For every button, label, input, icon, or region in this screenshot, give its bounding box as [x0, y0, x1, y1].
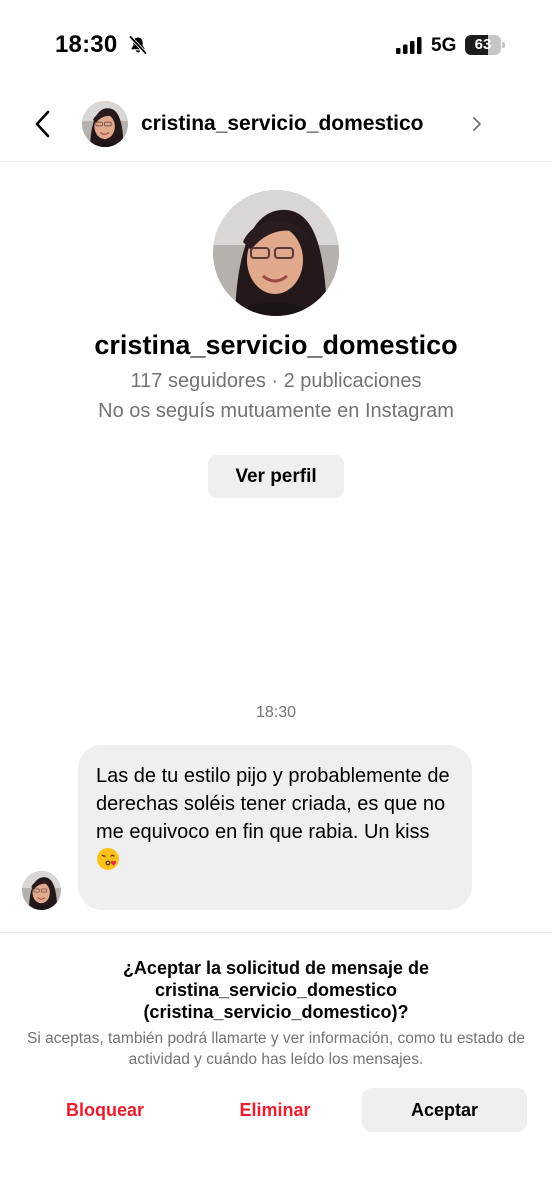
- header-avatar[interactable]: [82, 101, 128, 147]
- profile-stats: 117 seguidores · 2 publicaciones: [130, 370, 422, 392]
- header-username[interactable]: cristina_servicio_domestico: [141, 112, 423, 136]
- chat-header: cristina_servicio_domestico: [0, 90, 552, 162]
- status-time: 18:30: [55, 31, 118, 58]
- network-type: 5G: [431, 35, 457, 56]
- message-request-panel: ¿Aceptar la solicitud de mensaje de cris…: [0, 932, 552, 1200]
- avatar-photo: [82, 101, 128, 147]
- view-profile-button[interactable]: Ver perfil: [208, 455, 344, 498]
- back-chevron-icon[interactable]: [28, 104, 60, 144]
- signal-icon: [396, 37, 422, 54]
- message-text: Las de tu estilo pijo y probablemente de…: [96, 765, 450, 843]
- profile-username: cristina_servicio_domestico: [94, 330, 458, 360]
- delete-button[interactable]: Eliminar: [206, 1088, 344, 1132]
- sender-avatar[interactable]: [22, 871, 61, 910]
- battery-icon: 63: [465, 35, 505, 55]
- face-blowing-kiss-icon: [97, 848, 119, 870]
- bell-slash-icon: [129, 35, 147, 55]
- mutual-follow-status: No os seguís mutuamente en Instagram: [98, 400, 454, 422]
- message-bubble[interactable]: Las de tu estilo pijo y probablemente de…: [78, 745, 472, 910]
- accept-button[interactable]: Aceptar: [362, 1088, 527, 1132]
- avatar-photo: [22, 871, 61, 910]
- profile-avatar[interactable]: [213, 190, 339, 316]
- message-timestamp: 18:30: [255, 704, 297, 721]
- battery-percent: 63: [474, 36, 492, 53]
- request-description: Si aceptas, también podrá llamarte y ver…: [27, 1030, 525, 1068]
- status-bar: 18:30 5G 63: [0, 0, 552, 90]
- avatar-photo: [213, 190, 339, 316]
- block-button[interactable]: Bloquear: [36, 1088, 174, 1132]
- request-title: ¿Aceptar la solicitud de mensaje de cris…: [122, 958, 430, 1022]
- chevron-right-icon[interactable]: [471, 115, 483, 133]
